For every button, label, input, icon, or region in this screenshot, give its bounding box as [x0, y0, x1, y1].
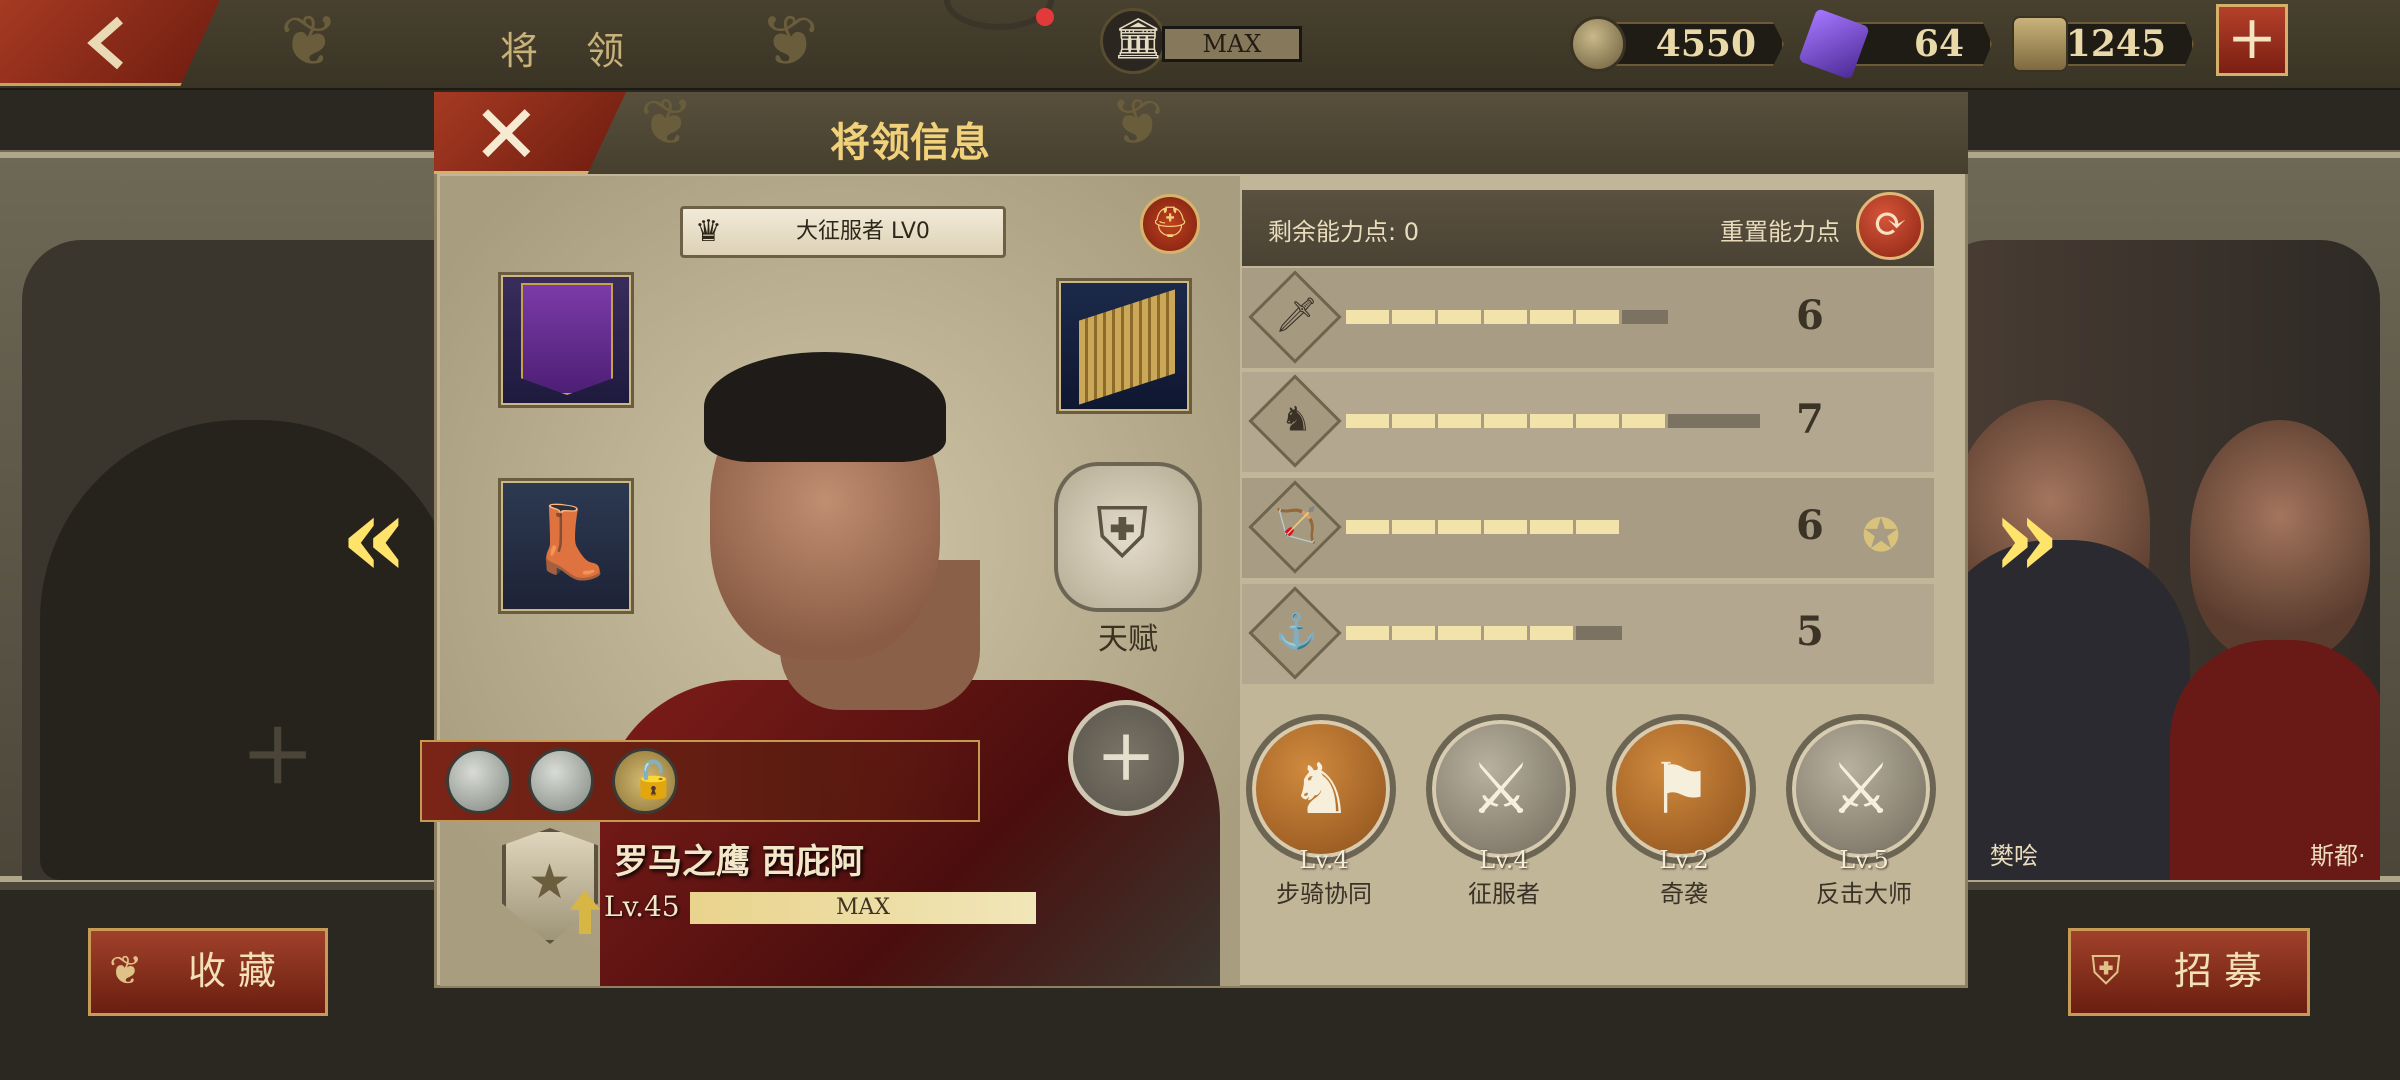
building-icon: 🏛: [1100, 8, 1166, 74]
building-level: MAX: [1162, 26, 1302, 62]
skill-medal-1[interactable]: ♞: [1246, 714, 1396, 864]
stat-bar-segment: [1392, 310, 1438, 324]
side-hero-name-right: 斯都·: [2310, 842, 2366, 870]
side-hero-name-left: 樊哙: [1990, 842, 2038, 870]
skill-medal-3[interactable]: ⚑: [1606, 714, 1756, 864]
skill-name: 奇袭: [1660, 880, 1708, 908]
add-hero-icon: +: [240, 700, 316, 805]
stat-bar-segment: [1392, 626, 1438, 640]
stat-bar-segment: [1576, 414, 1622, 428]
stat-bar-segment: [1530, 626, 1576, 640]
skill-level: Lv.4: [1479, 846, 1529, 874]
skill-medal-2[interactable]: ⚔: [1426, 714, 1576, 864]
reset-points-label: 重置能力点: [1720, 218, 1840, 246]
stat-bar-segment: [1530, 310, 1576, 324]
skill-emblem-icon: ♞: [1289, 748, 1353, 830]
hero-portrait-2: [2190, 420, 2370, 660]
collect-button[interactable]: ❦ 收藏: [88, 928, 328, 1016]
laurel-left-icon: ❦: [280, 0, 339, 82]
stat-bar-segment: [1438, 310, 1484, 324]
skill-name: 征服者: [1468, 880, 1540, 908]
stat-value: 7: [1796, 396, 1824, 443]
stat-bar-segment: [1346, 626, 1392, 640]
hero-name: 罗马之鹰 西庇阿: [614, 842, 864, 882]
hero-hair: [704, 352, 946, 462]
eagle-icon: ❦: [109, 948, 155, 994]
modal-laurel-left-icon: ❦: [640, 86, 694, 160]
stat-bar-segment: [1484, 414, 1530, 428]
modal-laurel-right-icon: ❦: [1110, 86, 1164, 160]
page-title: 将 领: [500, 29, 643, 73]
switch-skin-icon[interactable]: ⛑: [1140, 194, 1200, 254]
modal-title: 将领信息: [830, 119, 990, 166]
talent-label: 天赋: [1098, 622, 1158, 657]
laurel-right-icon: ❦: [760, 0, 819, 82]
stat-bar-segment: [1576, 310, 1622, 324]
star-badge-icon: ✪: [1861, 508, 1901, 562]
scroll-equip-slot[interactable]: [1056, 278, 1192, 414]
reset-points-button[interactable]: ⟳: [1856, 192, 1924, 260]
add-resource-button[interactable]: +: [2216, 4, 2288, 76]
stat-bar-segment: [1346, 414, 1392, 428]
boots-equip-slot[interactable]: 👢: [498, 478, 634, 614]
stat-bar-segment: [1484, 626, 1530, 640]
hero-level: Lv.45: [604, 890, 680, 923]
stat-bar-segment: [1622, 414, 1668, 428]
stat-bar-segment: [1346, 310, 1392, 324]
stat-bar-segment: [1438, 626, 1484, 640]
skill-emblem-icon: ⚑: [1649, 748, 1713, 830]
stat-bar-segment: [1392, 520, 1438, 534]
rank-title: 大征服者 LV0: [796, 219, 930, 244]
stat-bar-segment: [1530, 414, 1576, 428]
stat-value: 6: [1796, 292, 1824, 339]
scroll-icon: [1079, 289, 1175, 405]
skill-name: 反击大师: [1816, 880, 1912, 908]
stat-bar-segment: [1576, 520, 1622, 534]
coin-icon: [1570, 16, 1626, 72]
stat-value: 5: [1796, 608, 1824, 655]
stat-bar-segment: [1530, 520, 1576, 534]
stat-bar-segment: [1484, 520, 1530, 534]
crown-icon: ♛: [695, 214, 722, 249]
next-hero-arrow-icon[interactable]: »: [1992, 482, 2061, 592]
skill-emblem-icon: ⚔: [1829, 748, 1893, 830]
skill-slot-2-icon[interactable]: [528, 748, 594, 814]
spqr-token-icon: [2012, 16, 2068, 72]
skill-level: Lv.5: [1839, 846, 1889, 874]
stat-value: 6: [1796, 502, 1824, 549]
remaining-points: 剩余能力点: 0: [1268, 218, 1419, 246]
skill-name: 步骑协同: [1276, 880, 1372, 908]
skill-slot-1-icon[interactable]: [446, 748, 512, 814]
rank-title-box[interactable]: ♛ 大征服者 LV0: [680, 206, 1006, 258]
locked-slot-icon[interactable]: 🔓: [612, 748, 678, 814]
skill-medal-4[interactable]: ⚔: [1786, 714, 1936, 864]
stat-bar-segment: [1346, 520, 1392, 534]
skill-level: Lv.2: [1659, 846, 1709, 874]
close-icon: ✕: [472, 88, 541, 183]
boots-icon: 👢: [527, 501, 615, 583]
stat-bar-segment: [1392, 414, 1438, 428]
coin-amount: 4550: [1600, 22, 1784, 66]
stat-bar-segment: [1438, 414, 1484, 428]
helmet-plus-icon: ⛨: [2091, 948, 2133, 994]
legion-banner-icon: [521, 283, 613, 395]
back-arrow-icon: [87, 16, 123, 70]
skill-emblem-icon: ⚔: [1469, 748, 1533, 830]
stat-bar-segment: [1438, 520, 1484, 534]
talent-shield-icon[interactable]: ⛨: [1054, 462, 1202, 612]
notification-dot: [1036, 8, 1054, 26]
stat-bar-segment: [1484, 310, 1530, 324]
banner-equip-slot[interactable]: [498, 272, 634, 408]
add-skill-button[interactable]: +: [1068, 700, 1184, 816]
prev-hero-arrow-icon[interactable]: «: [340, 482, 409, 592]
skill-level: Lv.4: [1299, 846, 1349, 874]
recruit-button[interactable]: ⛨ 招募: [2068, 928, 2310, 1016]
hero-level-bar: MAX: [690, 892, 1036, 924]
